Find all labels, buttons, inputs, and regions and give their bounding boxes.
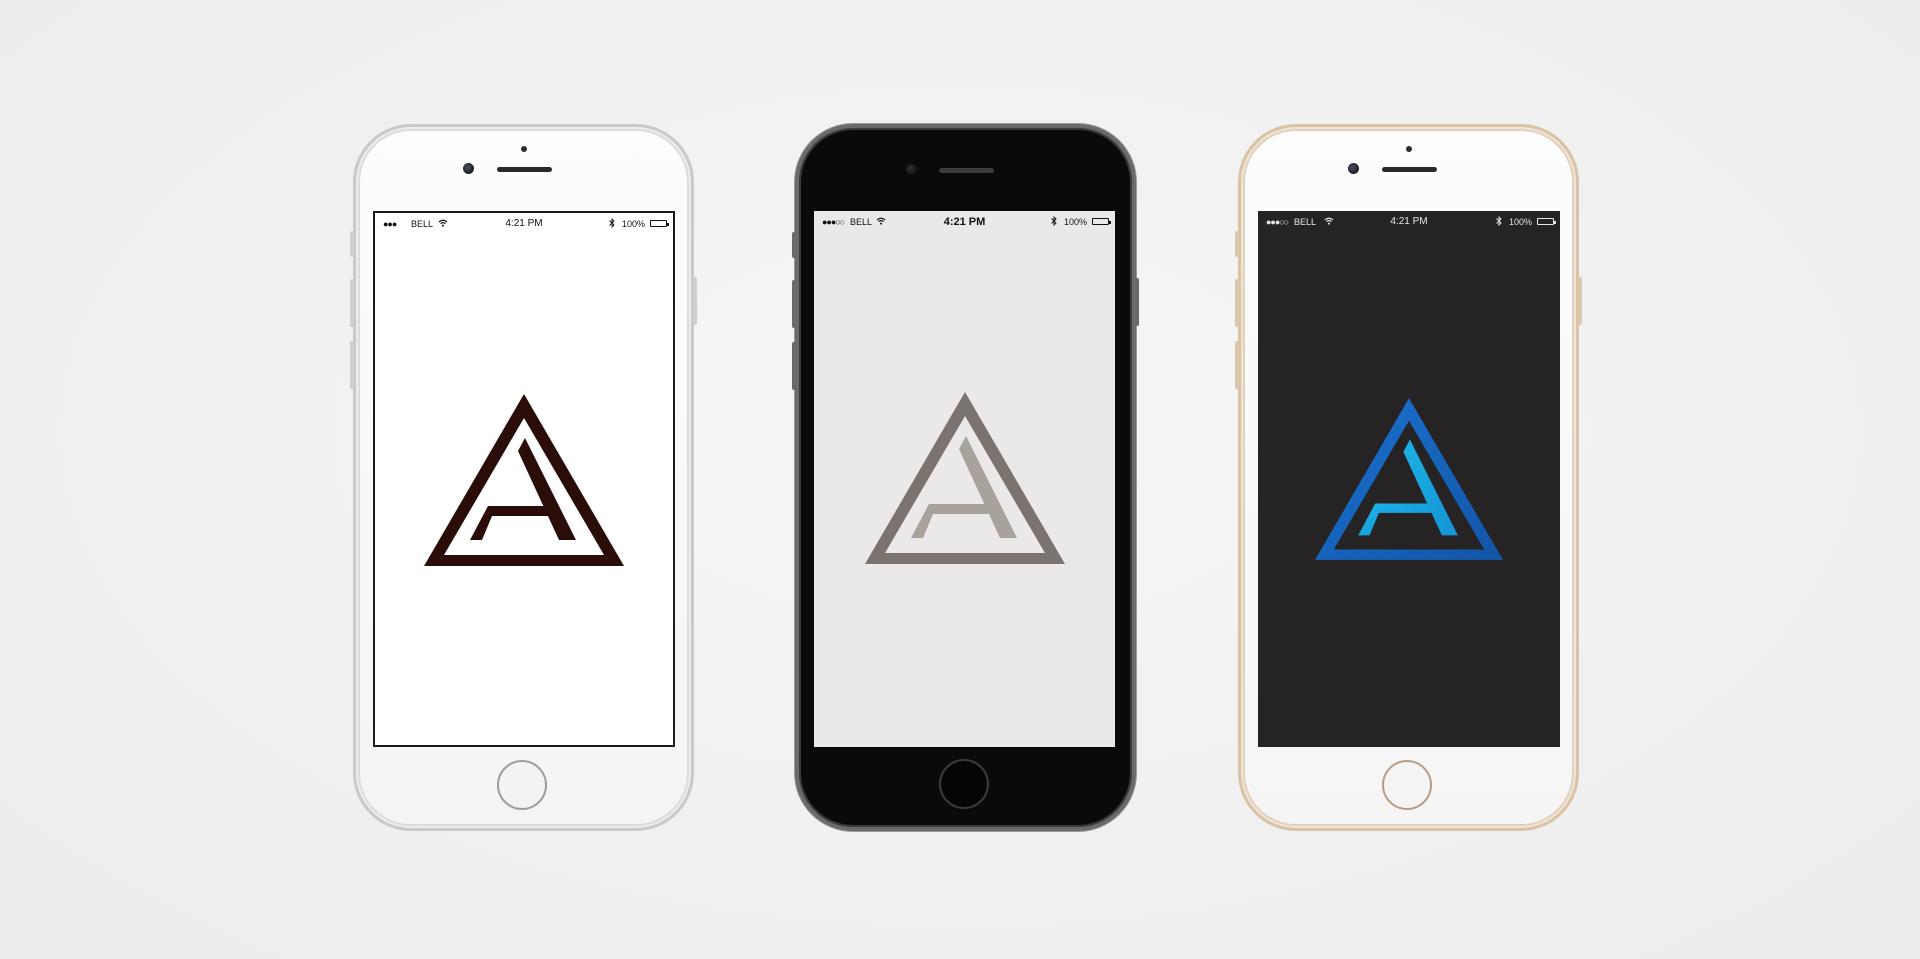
phone-silver: ●●● BELL 4:21 PM 100% — [350, 124, 697, 856]
phone-screen: ●●● BELL 4:21 PM 100% — [373, 211, 675, 747]
battery-percentage: 100% — [621, 219, 645, 229]
battery-percentage: 100% — [1508, 217, 1532, 227]
home-button — [938, 759, 989, 809]
mute-switch — [350, 231, 354, 257]
mute-switch — [1235, 231, 1239, 257]
front-camera-icon — [906, 164, 917, 175]
proximity-sensor — [520, 146, 527, 152]
volume-up-button — [792, 280, 796, 328]
mockup-stage: ●●● BELL 4:21 PM 100% ●●●○○ BELL 4:21 PM… — [0, 0, 1920, 959]
battery-icon — [650, 220, 669, 227]
bluetooth-icon — [1496, 216, 1502, 226]
power-button — [693, 277, 697, 325]
home-button — [496, 760, 547, 810]
phone-screen: ●●●○○ BELL 4:21 PM 100% — [1258, 211, 1560, 747]
volume-down-button — [350, 341, 354, 389]
front-camera-icon — [1348, 163, 1359, 174]
phone-space-gray: ●●●○○ BELL 4:21 PM 100% — [792, 124, 1139, 855]
home-button — [1381, 760, 1432, 810]
battery-icon — [1537, 218, 1556, 225]
triangle-a-logo-icon — [424, 394, 624, 566]
triangle-a-logo-icon — [1315, 398, 1503, 560]
triangle-a-logo-icon — [864, 392, 1065, 564]
earpiece-speaker — [1381, 167, 1437, 172]
power-button — [1578, 277, 1582, 325]
volume-up-button — [350, 279, 354, 327]
earpiece-speaker — [496, 167, 552, 172]
bluetooth-icon — [1051, 216, 1057, 226]
volume-down-button — [792, 342, 796, 390]
battery-icon — [1092, 218, 1111, 225]
mute-switch — [792, 232, 796, 258]
phone-screen: ●●●○○ BELL 4:21 PM 100% — [814, 211, 1115, 747]
earpiece-speaker — [938, 168, 994, 173]
front-camera-icon — [463, 163, 474, 174]
volume-down-button — [1235, 341, 1239, 389]
bluetooth-icon — [609, 218, 615, 228]
status-bar: ●●●○○ BELL 4:21 PM 100% — [1258, 211, 1560, 233]
battery-percentage: 100% — [1063, 217, 1087, 227]
status-bar: ●●● BELL 4:21 PM 100% — [375, 213, 673, 235]
proximity-sensor — [1405, 146, 1412, 152]
volume-up-button — [1235, 279, 1239, 327]
power-button — [1135, 278, 1139, 326]
phone-gold: ●●●○○ BELL 4:21 PM 100% — [1235, 124, 1582, 856]
status-bar: ●●●○○ BELL 4:21 PM 100% — [814, 211, 1115, 233]
